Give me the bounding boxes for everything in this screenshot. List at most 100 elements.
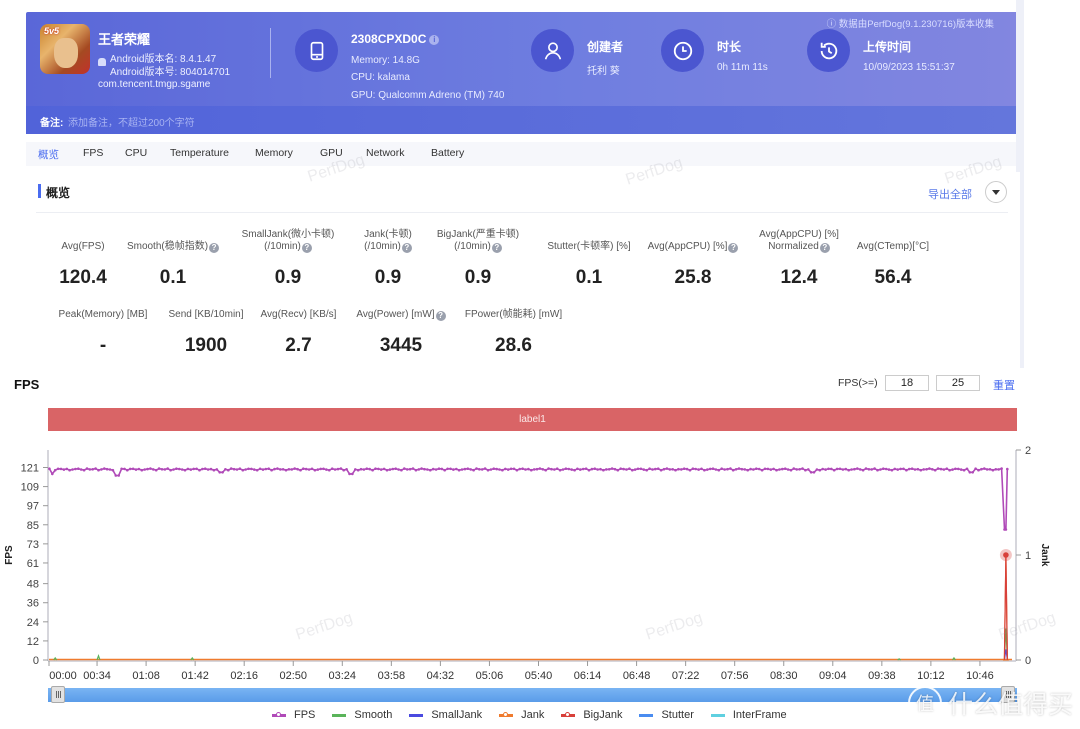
fps-point [178, 467, 181, 471]
metric-label: (/10min)? [423, 241, 533, 253]
help-icon[interactable]: ? [819, 243, 830, 253]
metric-label [638, 229, 748, 241]
fps-point [864, 467, 868, 470]
fps-point [319, 467, 323, 471]
fps-point [974, 467, 977, 470]
note-input[interactable]: 添加备注，不超过200个字符 [68, 114, 195, 129]
fps-point [342, 468, 346, 472]
time-range-slider[interactable] [48, 688, 1017, 702]
fps-point [203, 467, 207, 470]
fps-point [391, 467, 395, 471]
help-icon[interactable]: ? [209, 243, 220, 253]
fps-point [694, 467, 697, 471]
range-handle-start[interactable] [51, 686, 65, 703]
tab-network[interactable]: Network [366, 147, 405, 159]
legend-item-jank[interactable]: Jank [499, 709, 544, 721]
fps-threshold-low-input[interactable] [885, 375, 929, 391]
info-icon[interactable]: i [429, 35, 440, 45]
fps-point [385, 468, 389, 472]
legend-item-bigjank[interactable]: BigJank [561, 709, 622, 721]
fps-point [88, 468, 92, 471]
x-tick-label: 01:42 [181, 670, 209, 680]
fps-point [492, 467, 496, 470]
fps-point [362, 468, 366, 471]
legend-item-fps[interactable]: FPS [272, 709, 315, 721]
metric-card: BigJank(严重卡顿) (/10min)? 0.9 [423, 229, 533, 291]
fps-point [616, 468, 620, 472]
fps-point [105, 467, 109, 471]
fps-point [954, 467, 957, 471]
fps-point [388, 468, 392, 471]
fps-point [959, 468, 963, 471]
fps-point [749, 467, 752, 471]
fps-point [91, 468, 94, 471]
fps-point [530, 468, 533, 472]
game-icon: 5v5 [40, 24, 90, 74]
fps-point [815, 468, 819, 471]
tab-temperature[interactable]: Temperature [170, 147, 229, 159]
legend-swatch-icon [710, 713, 725, 717]
tab-memory[interactable]: Memory [255, 147, 293, 159]
reset-button[interactable]: 重置 [993, 377, 1015, 393]
legend-item-smalljank[interactable]: SmallJank [409, 709, 482, 721]
export-all-link[interactable]: 导出全部 [928, 186, 972, 202]
fps-point [68, 468, 71, 472]
x-tick-label: 02:50 [279, 670, 307, 680]
fps-point [971, 471, 974, 474]
label-band[interactable]: label1 [48, 408, 1017, 431]
fps-point [717, 468, 721, 472]
fps-point [302, 467, 305, 470]
tab-battery[interactable]: Battery [431, 147, 464, 159]
tab-fps[interactable]: FPS [83, 147, 103, 159]
fps-point [570, 468, 573, 471]
help-icon[interactable]: ? [491, 243, 502, 253]
legend-item-smooth[interactable]: Smooth [332, 709, 392, 721]
app-version-code: Android版本号: 804014701 [110, 67, 231, 78]
collected-by-note: ⓘ 数据由PerfDog(9.1.230716)版本收集 [826, 19, 994, 30]
help-icon[interactable]: ? [401, 243, 412, 253]
fps-point [281, 468, 285, 471]
y2-axis-label: Jank [1039, 544, 1050, 567]
fps-point [224, 468, 227, 471]
fps-point [605, 468, 608, 471]
fps-point [166, 467, 169, 470]
fps-point [229, 467, 233, 470]
fps-point [126, 468, 129, 472]
fps-point [997, 468, 1000, 471]
fps-point [405, 468, 409, 471]
fps-point [740, 467, 744, 471]
fps-point [983, 467, 986, 470]
fps-point [82, 468, 86, 472]
help-icon[interactable]: ? [301, 243, 312, 253]
fps-point [527, 467, 530, 471]
fps-point [876, 468, 879, 472]
legend-label: BigJank [583, 709, 623, 721]
fps-point [861, 468, 865, 472]
help-icon[interactable]: ? [435, 311, 446, 321]
legend-item-stutter[interactable]: Stutter [639, 709, 694, 721]
fps-point [752, 468, 755, 471]
fps-point [812, 471, 816, 474]
fps-chart[interactable]: 01224364861738597109121012FPS Jank00:00 00… [0, 440, 1080, 680]
legend-swatch-icon [409, 713, 424, 717]
fps-point [734, 468, 738, 471]
metric-card: FPower(帧能耗) [mW] 28.6 [456, 309, 571, 359]
help-icon[interactable]: ? [728, 243, 739, 253]
metric-label: Avg(Recv) [KB/s] [251, 309, 346, 321]
tab-gpu[interactable]: GPU [320, 147, 343, 159]
device-model: 2308CPXD0C i [351, 32, 440, 46]
legend-item-interframe[interactable]: InterFrame [710, 709, 787, 721]
tab-cpu[interactable]: CPU [125, 147, 147, 159]
metric-card: Avg(FPS) 120.4 [48, 229, 118, 291]
collapse-toggle-button[interactable] [985, 181, 1007, 203]
metric-value: 28.6 [495, 335, 532, 356]
tab-overview[interactable]: 概览 [38, 147, 59, 162]
fps-point [157, 467, 161, 470]
fps-point [873, 467, 876, 470]
fps-point [304, 467, 308, 471]
y-tick-label: 36 [27, 598, 39, 610]
fps-point [942, 468, 946, 471]
fps-threshold-high-input[interactable] [936, 375, 980, 391]
fps-point [682, 467, 686, 470]
fps-point [743, 468, 747, 471]
